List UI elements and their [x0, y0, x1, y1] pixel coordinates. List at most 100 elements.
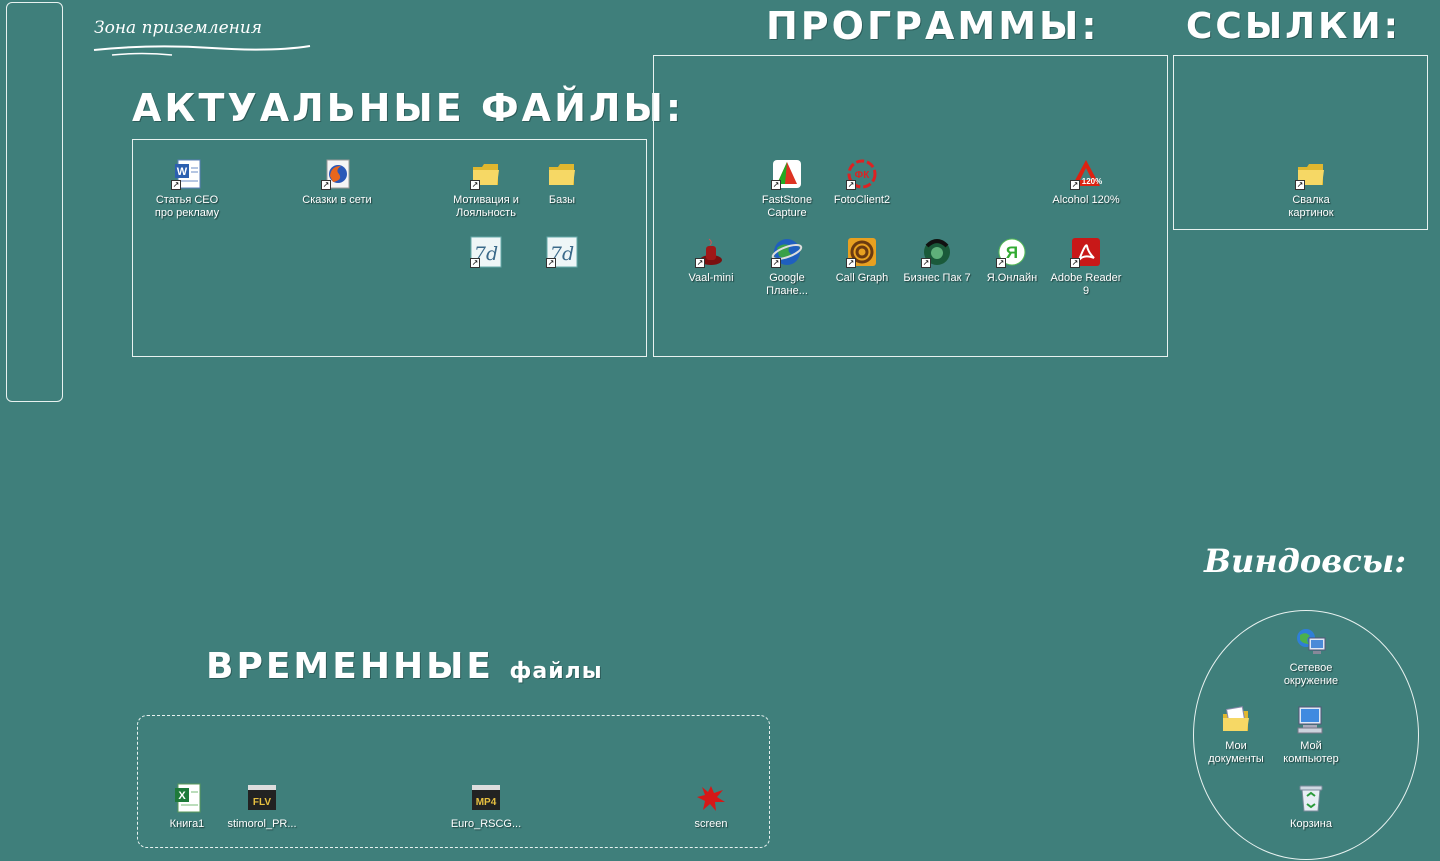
desktop-icon[interactable]: ↗ Call Graph [824, 236, 900, 285]
icon-label: Свалка картинок [1288, 194, 1334, 219]
svg-text:120%: 120% [1082, 177, 1102, 186]
svg-text:FLV: FLV [253, 797, 271, 808]
icon-label: Корзина [1290, 818, 1332, 830]
desktop-icon[interactable]: 7d ↗ [448, 236, 524, 272]
desktop-icon[interactable]: ↗ Adobe Reader 9 [1048, 236, 1124, 298]
icon-label: stimorol_PR... [227, 818, 297, 830]
shortcut-arrow-icon: ↗ [1070, 258, 1080, 268]
icon-label: Статья CEO про рекламу [154, 194, 220, 219]
fotoclient-icon: ФК ↗ [846, 158, 878, 190]
folder-icon: ↗ [1295, 158, 1327, 190]
icon-label: Euro_RSCG... [450, 818, 522, 830]
desktop-icon[interactable]: 7d ↗ [524, 236, 600, 272]
shortcut-arrow-icon: ↗ [846, 258, 856, 268]
shortcut-arrow-icon: ↗ [996, 258, 1006, 268]
google-earth-icon: ↗ [771, 236, 803, 268]
7d-app-icon: 7d ↗ [470, 236, 502, 268]
mp4-icon: MP4 [470, 782, 502, 814]
icon-label: Alcohol 120% [1052, 194, 1120, 206]
shortcut-arrow-icon: ↗ [1070, 180, 1080, 190]
icon-label: screen [694, 818, 728, 830]
icon-label: Vaal-mini [688, 272, 734, 284]
desktop-icon[interactable]: X Книга1 [149, 782, 225, 831]
icon-label: Adobe Reader 9 [1050, 272, 1122, 297]
shortcut-arrow-icon: ↗ [470, 258, 480, 268]
icon-label: Сказки в сети [302, 194, 372, 206]
folder-icon [546, 158, 578, 190]
flv-icon: FLV [246, 782, 278, 814]
svg-text:ФК: ФК [855, 170, 871, 181]
bizpak-icon: ↗ [921, 236, 953, 268]
icon-label: Call Graph [835, 272, 889, 284]
icon-label: Мой компьютер [1283, 740, 1339, 765]
shortcut-arrow-icon: ↗ [1295, 180, 1305, 190]
icon-label: Мотивация и Лояльность [453, 194, 519, 219]
yandex-online-icon: Я ↗ [996, 236, 1028, 268]
faststone-icon: ↗ [771, 158, 803, 190]
desktop-icon[interactable]: ↗ Бизнес Пак 7 [899, 236, 975, 285]
shortcut-arrow-icon: ↗ [321, 180, 331, 190]
svg-text:MP4: MP4 [476, 797, 497, 808]
current-files-heading: АКТУАЛЬНЫЕ ФАЙЛЫ: [132, 86, 685, 130]
desktop-icon[interactable]: ↗ FastStone Capture [749, 158, 825, 220]
desktop-icon[interactable]: ФК ↗ FotoClient2 [824, 158, 900, 207]
shortcut-arrow-icon: ↗ [771, 180, 781, 190]
word-doc-icon: W ↗ [171, 158, 203, 190]
alcohol-icon: 120% ↗ [1070, 158, 1102, 190]
excel-icon: X [171, 782, 203, 814]
shortcut-arrow-icon: ↗ [546, 258, 556, 268]
desktop-icon[interactable]: W ↗ Статья CEO про рекламу [149, 158, 225, 220]
desktop-icon[interactable]: Мой компьютер [1273, 704, 1349, 766]
shortcut-arrow-icon: ↗ [695, 258, 705, 268]
desktop-icon[interactable]: ↗ Свалка картинок [1273, 158, 1349, 220]
icon-label: Мои документы [1208, 740, 1264, 765]
desktop-icon[interactable]: Мои документы [1198, 704, 1274, 766]
vaal-icon: ↗ [695, 236, 727, 268]
desktop-icon[interactable]: Я ↗ Я.Онлайн [974, 236, 1050, 285]
landing-zone-underline [93, 45, 311, 56]
temp-files-heading: ВРЕМЕННЫЕ файлы [206, 646, 603, 687]
splat-icon [695, 782, 727, 814]
my-documents-icon [1220, 704, 1252, 736]
icon-label: Сетевое окружение [1283, 662, 1339, 687]
desktop-icon[interactable]: 120% ↗ Alcohol 120% [1048, 158, 1124, 207]
desktop-icon[interactable]: MP4 Euro_RSCG... [448, 782, 524, 831]
windows-heading: Виндовсы: [1204, 542, 1407, 580]
desktop-icon[interactable]: Сетевое окружение [1273, 626, 1349, 688]
desktop-icon[interactable]: ↗ Мотивация и Лояльность [448, 158, 524, 220]
temp-files-heading-small: файлы [509, 659, 603, 684]
desktop-icon[interactable]: Базы [524, 158, 600, 207]
icon-label: FastStone Capture [761, 194, 813, 219]
callgraph-icon: ↗ [846, 236, 878, 268]
temp-files-heading-big: ВРЕМЕННЫЕ [206, 646, 494, 687]
7d-app-icon: 7d ↗ [546, 236, 578, 268]
recycle-bin-icon [1295, 782, 1327, 814]
shortcut-arrow-icon: ↗ [171, 180, 181, 190]
desktop-icon[interactable]: ↗ Сказки в сети [299, 158, 375, 207]
desktop-icon[interactable]: FLV stimorol_PR... [224, 782, 300, 831]
desktop-icon[interactable]: ↗ Google Плане... [749, 236, 825, 298]
shortcut-arrow-icon: ↗ [771, 258, 781, 268]
my-computer-icon [1295, 704, 1327, 736]
desktop-icon[interactable]: screen [673, 782, 749, 831]
icon-label: Базы [548, 194, 576, 206]
links-heading: ССЫЛКИ: [1186, 6, 1401, 47]
svg-text:W: W [177, 166, 188, 178]
firefox-icon: ↗ [321, 158, 353, 190]
svg-text:Я: Я [1006, 243, 1018, 262]
folder-icon: ↗ [470, 158, 502, 190]
icon-label: FotoClient2 [833, 194, 891, 206]
landing-zone-panel [6, 2, 63, 402]
svg-text:X: X [178, 790, 186, 802]
icon-label: Я.Онлайн [986, 272, 1038, 284]
programs-heading: ПРОГРАММЫ: [766, 4, 1100, 48]
desktop-icon[interactable]: ↗ Vaal-mini [673, 236, 749, 285]
desktop-icon[interactable]: Корзина [1273, 782, 1349, 831]
shortcut-arrow-icon: ↗ [470, 180, 480, 190]
icon-label: Книга1 [169, 818, 205, 830]
icon-label: Бизнес Пак 7 [903, 272, 971, 284]
icon-label: Google Плане... [766, 272, 808, 297]
shortcut-arrow-icon: ↗ [846, 180, 856, 190]
shortcut-arrow-icon: ↗ [921, 258, 931, 268]
adobe-reader-icon: ↗ [1070, 236, 1102, 268]
